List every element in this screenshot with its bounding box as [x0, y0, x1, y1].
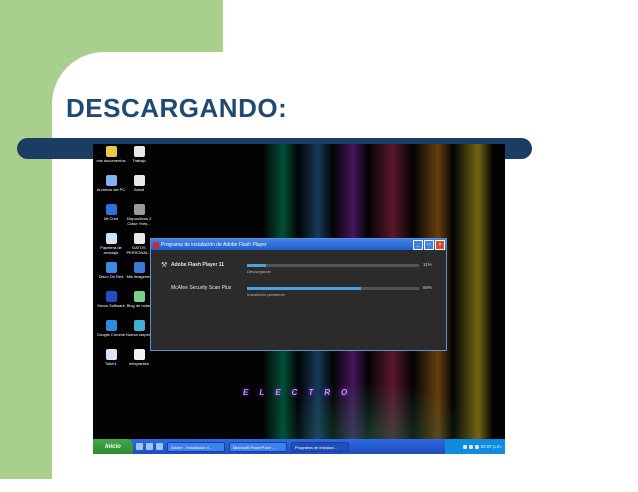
clock: 02:07 p.m. [480, 444, 502, 449]
taskbar-item[interactable]: Adobe - Instalación d... [167, 441, 225, 452]
tray-icon[interactable] [474, 444, 479, 449]
progress-bar [247, 287, 419, 290]
wallpaper-text: ELECTRO [243, 388, 359, 397]
desktop-icon[interactable]: Dispositivos 2 Clase Yves... [124, 204, 154, 226]
desktop-icon[interactable]: Trabajo [124, 146, 154, 163]
desktop-icon[interactable]: mis documentos [96, 146, 126, 163]
quicklaunch-icon[interactable] [146, 443, 153, 450]
file-icon [133, 349, 145, 360]
minimize-button[interactable]: _ [413, 239, 423, 250]
file-icon [133, 291, 145, 302]
desktop-icon-label: Papelera de reciclaje [100, 245, 122, 255]
progress-percent: 11% [423, 262, 432, 267]
tray-icon[interactable] [462, 444, 467, 449]
desktop-icon-label: Seccs Software [97, 303, 125, 308]
file-icon [133, 262, 145, 273]
desktop-icon[interactable]: Archivos del PC [96, 175, 126, 192]
taskbar: Inicio Adobe - Instalación d... Microsof… [93, 439, 505, 454]
desktop-icon[interactable]: Seccs Software [96, 291, 126, 308]
progress-fill [247, 287, 361, 290]
file-icon [105, 291, 117, 302]
desktop-icon[interactable]: Salud [124, 175, 154, 192]
dialog-title-bar[interactable]: Programa de instalación de Adobe Flash P… [151, 239, 446, 250]
desktop-icon[interactable]: integrantes [124, 349, 154, 366]
item-name: Adobe Flash Player 11 [171, 262, 225, 268]
quicklaunch-icon[interactable] [156, 443, 163, 450]
wrench-icon: ⚒ [161, 262, 168, 269]
file-icon [133, 204, 145, 215]
install-item-flash: ⚒ Adobe Flash Player 11 11% Descargando [159, 262, 439, 274]
file-icon [105, 146, 117, 157]
installer-dialog[interactable]: Programa de instalación de Adobe Flash P… [150, 238, 447, 351]
desktop-icon[interactable]: Papelera de reciclaje [96, 233, 126, 255]
progress-fill [247, 264, 266, 267]
install-item-mcafee: McAfee Security Scan Plus 66% Instalació… [159, 285, 439, 297]
start-button[interactable]: Inicio [93, 439, 133, 454]
file-icon [105, 262, 117, 273]
file-icon [105, 320, 117, 331]
file-icon [133, 233, 145, 244]
desktop-icon[interactable]: Taller1 [96, 349, 126, 366]
desktop-icon-label: mis documentos [96, 158, 126, 163]
quicklaunch-icon[interactable] [136, 443, 143, 450]
file-icon [105, 233, 117, 244]
item-name: McAfee Security Scan Plus [171, 285, 232, 291]
progress-bar [247, 264, 419, 267]
progress-percent: 66% [423, 285, 433, 290]
item-status: Descargando [247, 269, 271, 274]
dialog-title: Programa de instalación de Adobe Flash P… [161, 241, 267, 248]
desktop-icon-label: Google Chrome [96, 332, 126, 337]
desktop-screenshot: ELECTRO mis documentos Trabajo Archivos de… [93, 144, 505, 454]
taskbar-item[interactable]: Microsoft PowerPoint ... [229, 441, 287, 452]
desktop-icon-label: Disco De Red [98, 274, 124, 279]
file-icon [133, 146, 145, 157]
desktop-icon[interactable]: Disco De Red [96, 262, 126, 279]
close-button[interactable]: × [435, 239, 445, 250]
tray-icon[interactable] [468, 444, 473, 449]
slide-title: DESCARGANDO: [66, 93, 288, 123]
file-icon [133, 320, 145, 331]
desktop-icon-label: integrantes [129, 361, 149, 366]
desktop-icon-label: Dispositivos 2 Clase Yves... [126, 216, 152, 226]
desktop-icon[interactable]: Google Chrome [96, 320, 126, 337]
file-icon [105, 204, 117, 215]
desktop-icon-label: Salud [133, 187, 145, 192]
file-icon [133, 175, 145, 186]
maximize-button[interactable]: □ [424, 239, 434, 250]
item-status: Instalación pendiente [247, 292, 285, 297]
system-tray: 02:07 p.m. [445, 439, 505, 454]
file-icon [105, 349, 117, 360]
desktop-icon-label: Mi Chat [104, 216, 118, 221]
desktop-icon[interactable]: Mi Chat [96, 204, 126, 221]
flash-icon [153, 241, 159, 248]
desktop-icon-label: Archivos del PC [96, 187, 126, 192]
taskbar-item[interactable]: Programa de instalaci... [291, 441, 349, 452]
desktop-icon-label: Taller1 [105, 361, 117, 366]
desktop-icon-label: Trabajo [132, 158, 146, 163]
file-icon [105, 175, 117, 186]
